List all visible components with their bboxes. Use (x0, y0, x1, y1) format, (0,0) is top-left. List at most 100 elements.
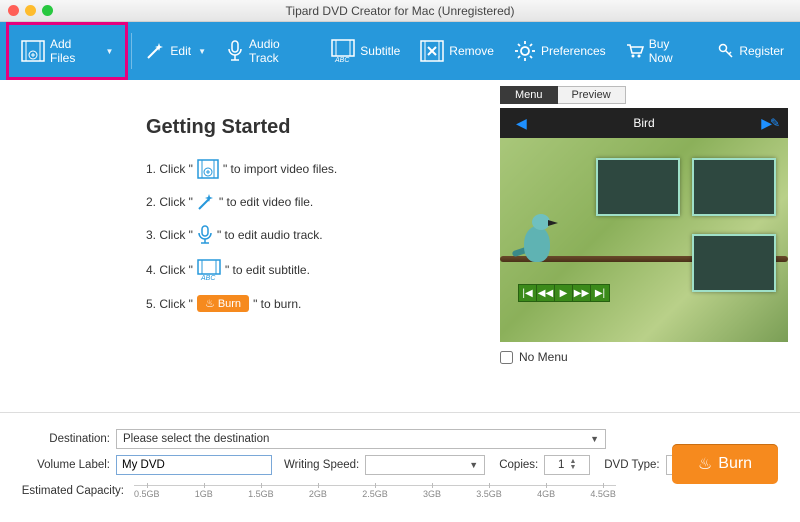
step-text: " to edit audio track. (217, 228, 323, 242)
step-text: " to edit video file. (219, 195, 313, 209)
destination-select[interactable]: Please select the destination ▼ (116, 429, 606, 449)
tick-label: 1.5GB (248, 489, 274, 499)
edit-label: Edit (170, 44, 191, 58)
preferences-button[interactable]: Preferences (504, 27, 616, 75)
burn-button-label: Burn (718, 455, 752, 473)
remove-icon (420, 40, 444, 62)
step-text: " to import video files. (223, 162, 337, 176)
chevron-down-icon: ▼ (590, 434, 599, 444)
playback-controls: |◀ ◀◀ ▶ ▶▶ ▶| (518, 284, 610, 302)
tick-label: 4GB (537, 489, 555, 499)
getting-started-heading: Getting Started (146, 116, 490, 139)
video-thumbnail-slot[interactable] (692, 234, 776, 292)
stepper-arrows-icon: ▲▼ (569, 459, 576, 471)
play-button[interactable]: ▶ (555, 285, 573, 301)
register-button[interactable]: Register (708, 27, 794, 75)
dvd-type-label: DVD Type: (604, 459, 659, 471)
burn-pill: ♨ Burn (197, 295, 249, 312)
bird-decoration (512, 208, 568, 280)
step-text: " to edit subtitle. (225, 263, 310, 277)
step-text: " to burn. (253, 297, 301, 311)
add-files-icon (197, 159, 219, 179)
tick-label: 0.5GB (134, 489, 160, 499)
step-text: 4. Click " (146, 263, 193, 277)
step-3: 3. Click " " to edit audio track. (146, 225, 490, 245)
microphone-icon (197, 225, 213, 245)
step-5: 5. Click " ♨ Burn " to burn. (146, 295, 490, 312)
estimated-capacity-label: Estimated Capacity: (14, 485, 124, 497)
tick-label: 3.5GB (476, 489, 502, 499)
prev-template-button[interactable]: ◀ (500, 115, 543, 132)
menu-preview-panel: Menu Preview ◀ Bird ▶ ✎ |◀ ◀◀ ▶ ▶▶ ▶| (500, 80, 800, 412)
rewind-button[interactable]: ◀◀ (537, 285, 555, 301)
audio-track-label: Audio Track (249, 37, 311, 65)
tick-label: 1GB (195, 489, 213, 499)
step-2: 2. Click " " to edit video file. (146, 193, 490, 211)
writing-speed-select[interactable]: ▼ (365, 455, 485, 475)
fast-forward-button[interactable]: ▶▶ (573, 285, 591, 301)
add-files-icon (21, 40, 45, 62)
writing-speed-label: Writing Speed: (284, 459, 359, 471)
menu-preview-tabs: Menu Preview (500, 86, 788, 104)
chevron-down-icon: ▼ (469, 460, 478, 470)
destination-value: Please select the destination (123, 433, 269, 445)
menu-preview-canvas: |◀ ◀◀ ▶ ▶▶ ▶| (500, 138, 788, 342)
tutorial-highlight: Add Files ▼ (6, 22, 128, 80)
no-menu-option[interactable]: No Menu (500, 350, 788, 364)
chevron-down-icon: ▼ (106, 47, 114, 56)
subtitle-button[interactable]: ABC Subtitle (321, 27, 410, 75)
step-4: 4. Click " ABC " to edit subtitle. (146, 259, 490, 281)
edit-button[interactable]: Edit ▼ (135, 27, 216, 75)
svg-text:ABC: ABC (334, 57, 350, 63)
video-thumbnail-slot[interactable] (692, 158, 776, 216)
microphone-icon (226, 40, 244, 62)
menu-template-header: ◀ Bird ▶ ✎ (500, 108, 788, 138)
add-files-button[interactable]: Add Files ▼ (11, 27, 123, 75)
burn-button[interactable]: ♨ Burn (672, 444, 778, 484)
svg-text:ABC: ABC (200, 275, 216, 281)
tab-preview[interactable]: Preview (558, 86, 626, 104)
preferences-label: Preferences (541, 44, 606, 58)
tab-menu[interactable]: Menu (500, 86, 558, 104)
window-title: Tipard DVD Creator for Mac (Unregistered… (0, 4, 800, 18)
capacity-ticks: 0.5GB 1GB 1.5GB 2GB 2.5GB 3GB 3.5GB 4GB … (134, 489, 616, 499)
volume-label-input[interactable] (116, 455, 272, 475)
skip-back-button[interactable]: |◀ (519, 285, 537, 301)
flame-icon: ♨ (205, 297, 215, 310)
destination-label: Destination: (14, 433, 110, 445)
main-toolbar: Add Files ▼ Edit ▼ Audio Track ABC Subti… (0, 22, 800, 80)
next-template-button[interactable]: ▶ (745, 115, 788, 132)
window-titlebar: Tipard DVD Creator for Mac (Unregistered… (0, 0, 800, 22)
menu-template-title: Bird (543, 116, 745, 130)
copies-value: 1 (558, 459, 564, 471)
toolbar-separator (131, 33, 132, 69)
remove-button[interactable]: Remove (410, 27, 504, 75)
tick-label: 3GB (423, 489, 441, 499)
video-thumbnail-slot[interactable] (596, 158, 680, 216)
audio-track-button[interactable]: Audio Track (216, 27, 321, 75)
key-icon (718, 43, 734, 59)
gear-icon (514, 40, 536, 62)
cart-icon (626, 43, 644, 59)
add-files-label: Add Files (50, 37, 99, 65)
tick-label: 2.5GB (362, 489, 388, 499)
buy-now-button[interactable]: Buy Now (616, 27, 705, 75)
chevron-down-icon: ▼ (198, 47, 206, 56)
step-text: 2. Click " (146, 195, 193, 209)
remove-label: Remove (449, 44, 494, 58)
capacity-scale: 0.5GB 1GB 1.5GB 2GB 2.5GB 3GB 3.5GB 4GB … (134, 481, 616, 501)
buy-now-label: Buy Now (649, 37, 695, 65)
subtitle-icon: ABC (197, 259, 221, 281)
magic-wand-icon (197, 193, 215, 211)
burn-pill-label: Burn (218, 298, 241, 310)
register-label: Register (739, 44, 784, 58)
edit-template-button[interactable]: ✎ (770, 116, 780, 130)
magic-wand-icon (145, 41, 165, 61)
tick-label: 4.5GB (590, 489, 616, 499)
no-menu-checkbox[interactable] (500, 351, 513, 364)
getting-started-panel: Getting Started 1. Click " " to import v… (0, 80, 500, 412)
step-text: 3. Click " (146, 228, 193, 242)
copies-stepper[interactable]: 1 ▲▼ (544, 455, 590, 475)
step-1: 1. Click " " to import video files. (146, 159, 490, 179)
skip-forward-button[interactable]: ▶| (591, 285, 609, 301)
